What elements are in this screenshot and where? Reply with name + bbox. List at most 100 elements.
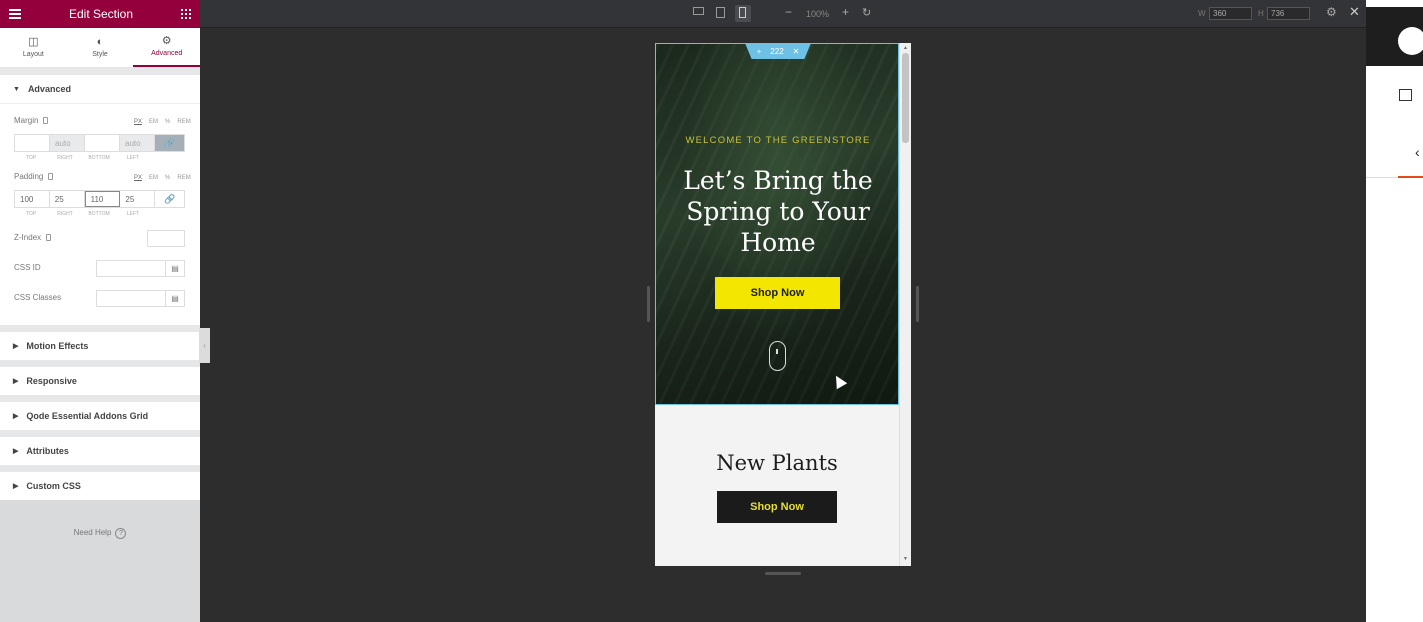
- adjacent-header: [1366, 7, 1423, 66]
- screen-icon[interactable]: [1399, 89, 1412, 101]
- zoom-in-icon[interactable]: +: [842, 5, 849, 19]
- resize-handle-bottom[interactable]: [765, 572, 801, 575]
- link-values-icon[interactable]: 🔗: [155, 135, 184, 151]
- new-plants-heading: New Plants: [716, 451, 838, 475]
- unit-em[interactable]: EM: [149, 175, 158, 181]
- desktop-icon[interactable]: [693, 7, 704, 15]
- zindex-input[interactable]: [147, 230, 185, 247]
- hero-section[interactable]: WELCOME TO THE GREENSTORE Let’s Bring th…: [655, 43, 899, 405]
- hero-headline: Let’s Bring the Spring to Your Home: [683, 166, 873, 257]
- delete-section-icon[interactable]: ✕: [793, 47, 800, 56]
- layout-icon: ◫: [28, 36, 39, 48]
- plants-shop-now-button[interactable]: Shop Now: [717, 491, 837, 523]
- unit-percent[interactable]: %: [165, 119, 170, 125]
- question-icon: ?: [115, 528, 127, 539]
- zoom-out-icon[interactable]: −: [785, 5, 792, 19]
- width-input[interactable]: 360: [1209, 7, 1252, 20]
- padding-top-input[interactable]: 100: [15, 191, 50, 207]
- divider: [0, 360, 200, 367]
- scroll-up-icon[interactable]: ▲: [903, 45, 908, 51]
- divider: [0, 395, 200, 402]
- section-title: Attributes: [26, 446, 69, 456]
- css-id-input[interactable]: [96, 260, 166, 277]
- chevron-left-icon[interactable]: ‹: [1415, 144, 1420, 160]
- tablet-icon[interactable]: [716, 7, 725, 18]
- settings-gear-icon[interactable]: ⚙: [1326, 5, 1337, 19]
- section-title: Custom CSS: [26, 481, 81, 491]
- close-icon[interactable]: ✕: [1349, 4, 1360, 20]
- tab-advanced[interactable]: ⚙ Advanced: [133, 28, 201, 67]
- tab-label: Advanced: [151, 50, 183, 57]
- unit-px[interactable]: PX: [134, 119, 142, 125]
- gear-icon: ⚙: [161, 35, 172, 47]
- padding-label: Padding: [14, 172, 54, 181]
- panel-header: Edit Section: [0, 0, 200, 28]
- scroll-mouse-icon: [769, 341, 786, 371]
- hero-eyebrow: WELCOME TO THE GREENSTORE: [685, 135, 871, 146]
- height-input[interactable]: 736: [1267, 7, 1310, 20]
- margin-top-input[interactable]: [15, 135, 50, 151]
- section-title: Motion Effects: [26, 341, 89, 351]
- width-label: W: [1198, 9, 1206, 18]
- preview-scrollbar[interactable]: ▲ ▼: [899, 43, 911, 566]
- margin-sublabels: TOP RIGHT BOTTOM LEFT: [25, 155, 140, 161]
- hamburger-menu-icon[interactable]: [9, 9, 21, 19]
- margin-inputs: auto auto 🔗: [14, 134, 185, 152]
- section-handle[interactable]: + 222 ✕: [745, 43, 811, 59]
- dynamic-tags-icon[interactable]: ▤: [166, 260, 185, 277]
- section-title: Qode Essential Addons Grid: [26, 411, 149, 421]
- resize-handle-left[interactable]: [647, 286, 650, 322]
- css-classes-input[interactable]: [96, 290, 166, 307]
- half-circle-icon: ◐: [96, 36, 104, 48]
- padding-right-input[interactable]: 25: [49, 191, 85, 207]
- section-attributes-toggle[interactable]: ▶ Attributes: [0, 437, 200, 465]
- section-title: Responsive: [26, 376, 77, 386]
- editor-panel: Edit Section ◫ Layout ◐ Style ⚙ Advanced…: [0, 0, 201, 622]
- reset-zoom-icon[interactable]: ↻: [862, 6, 871, 19]
- css-classes-label: CSS Classes: [14, 293, 62, 302]
- unit-rem[interactable]: REM: [177, 175, 190, 181]
- link-values-icon[interactable]: 🔗: [155, 191, 184, 207]
- mobile-preview-frame: WELCOME TO THE GREENSTORE Let’s Bring th…: [655, 43, 911, 566]
- hero-shop-now-button[interactable]: Shop Now: [715, 277, 840, 309]
- active-indicator: [1398, 176, 1423, 178]
- scroll-down-icon[interactable]: ▼: [903, 556, 908, 562]
- section-responsive-toggle[interactable]: ▶ Responsive: [0, 367, 200, 395]
- section-custom-css-toggle[interactable]: ▶ Custom CSS: [0, 472, 200, 500]
- widgets-grid-icon[interactable]: [180, 9, 191, 19]
- tab-layout[interactable]: ◫ Layout: [0, 28, 67, 67]
- dynamic-tags-icon[interactable]: ▤: [166, 290, 185, 307]
- mobile-icon[interactable]: [739, 7, 746, 18]
- divider: [0, 325, 200, 332]
- zoom-level: 100%: [806, 9, 830, 19]
- margin-left-input[interactable]: auto: [120, 135, 155, 151]
- caret-right-icon: ▶: [13, 413, 19, 420]
- css-id-label: CSS ID: [14, 263, 41, 272]
- need-help-link[interactable]: Need Help?: [0, 528, 200, 539]
- panel-collapse-handle[interactable]: ‹: [199, 328, 210, 363]
- padding-bottom-input[interactable]: 110: [84, 191, 121, 207]
- section-qode-grid-toggle[interactable]: ▶ Qode Essential Addons Grid: [0, 402, 200, 430]
- unit-px[interactable]: PX: [134, 175, 142, 181]
- unit-em[interactable]: EM: [149, 119, 158, 125]
- margin-bottom-input[interactable]: [85, 135, 120, 151]
- github-icon[interactable]: [1398, 27, 1423, 55]
- padding-left-input[interactable]: 25: [120, 191, 156, 207]
- adjacent-window: ‹: [1366, 0, 1423, 622]
- caret-right-icon: ▶: [13, 483, 19, 490]
- device-mobile-icon[interactable]: [43, 117, 49, 124]
- device-mobile-icon[interactable]: [48, 173, 54, 180]
- section-advanced-toggle[interactable]: ▼ Advanced: [0, 75, 200, 103]
- unit-percent[interactable]: %: [165, 175, 170, 181]
- scroll-thumb[interactable]: [902, 53, 909, 143]
- resize-handle-right[interactable]: [916, 286, 919, 322]
- caret-right-icon: ▶: [13, 448, 19, 455]
- panel-title: Edit Section: [68, 7, 134, 21]
- section-move-handle[interactable]: 222: [770, 47, 783, 56]
- margin-right-input[interactable]: auto: [50, 135, 85, 151]
- unit-rem[interactable]: REM: [177, 119, 190, 125]
- section-motion-effects-toggle[interactable]: ▶ Motion Effects: [0, 332, 200, 360]
- add-section-icon[interactable]: +: [757, 47, 762, 56]
- tab-style[interactable]: ◐ Style: [67, 28, 134, 67]
- device-mobile-icon[interactable]: [46, 234, 52, 241]
